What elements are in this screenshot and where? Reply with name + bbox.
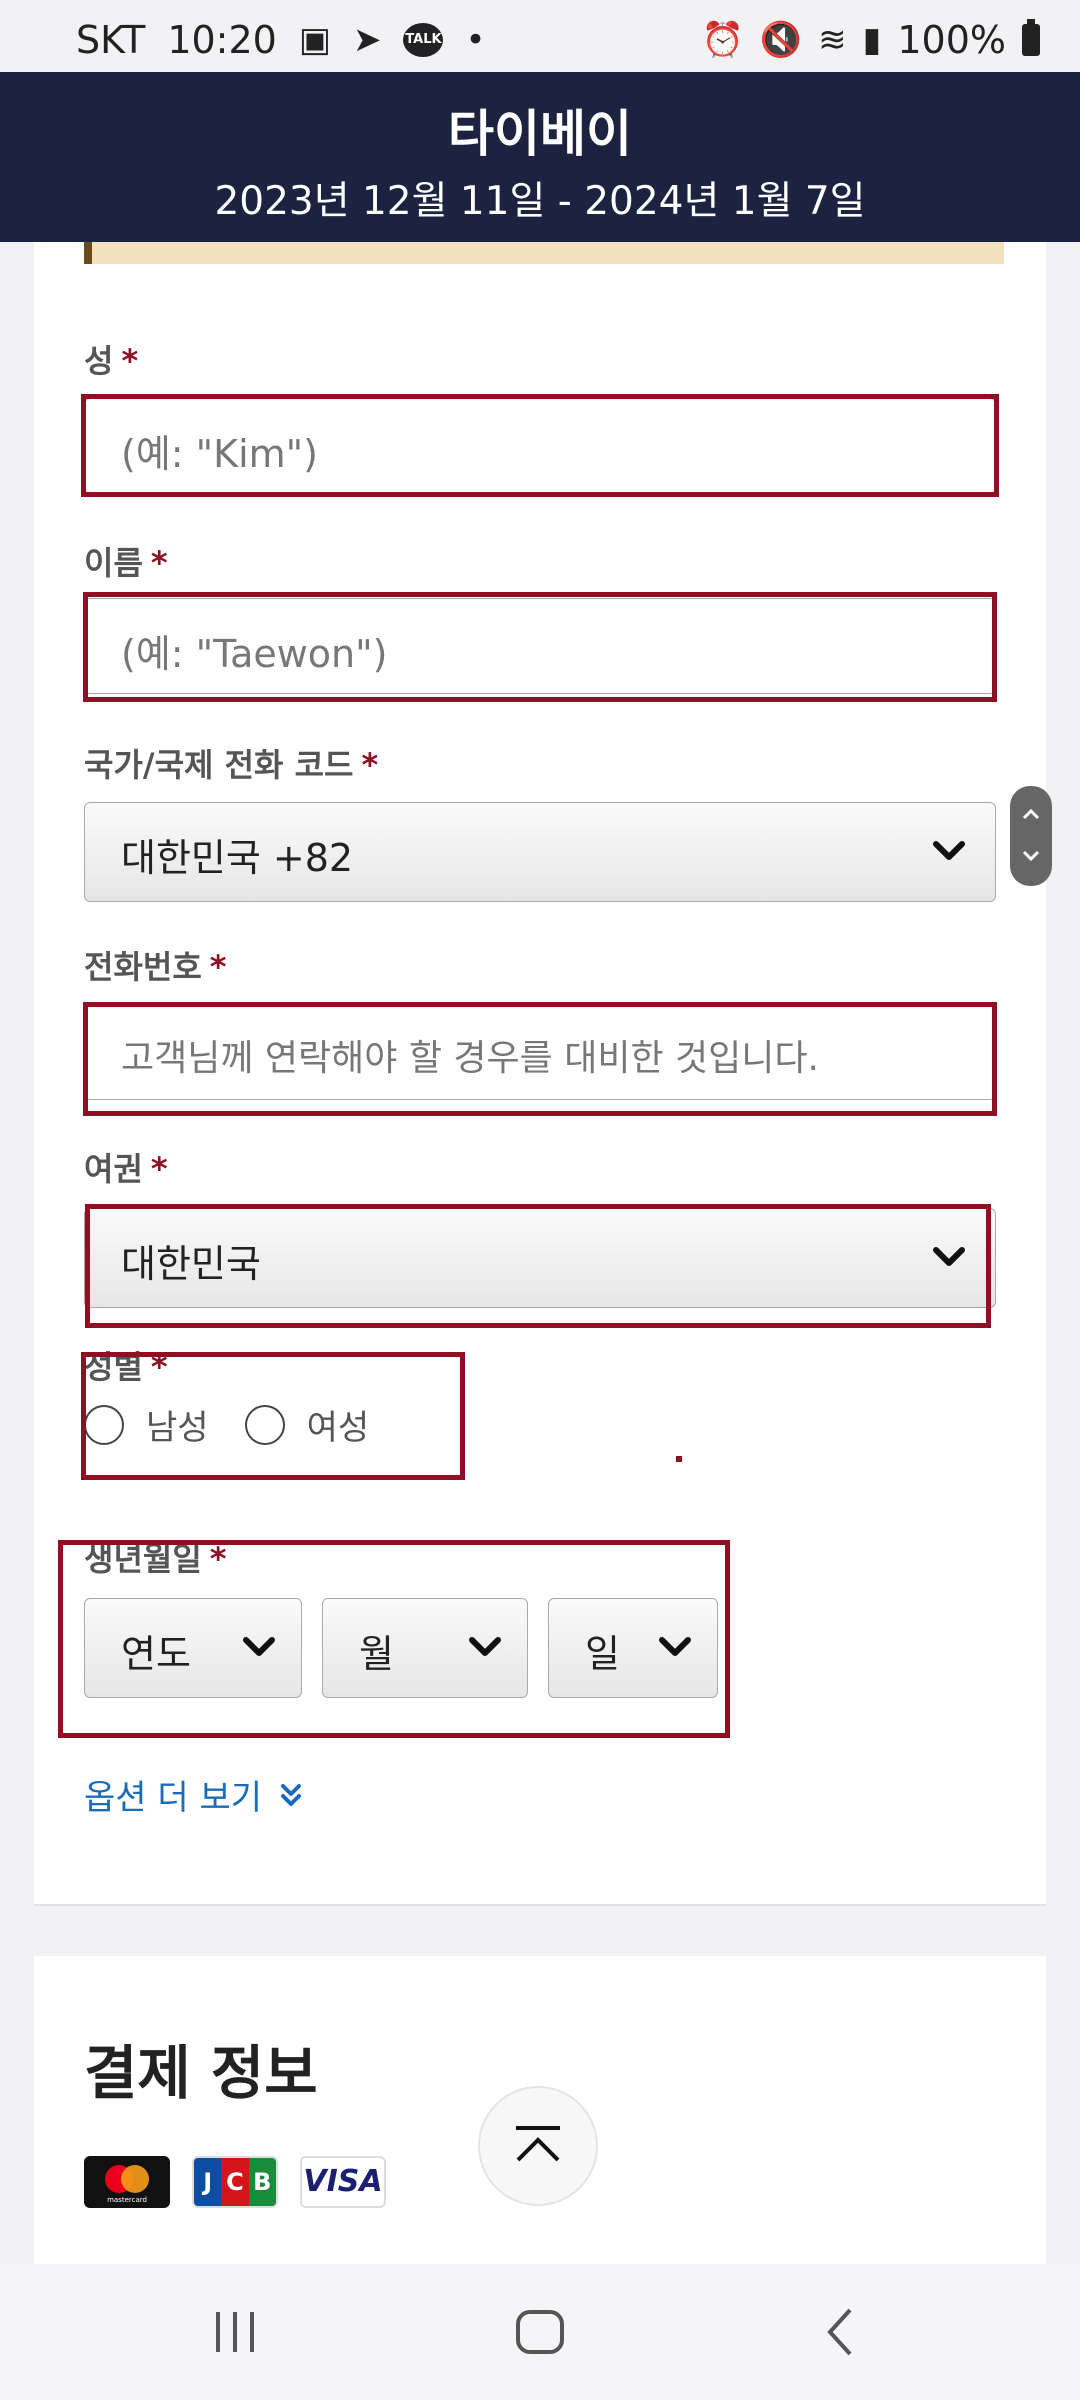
required-mark: * (150, 544, 168, 582)
jcb-letter-c: C (221, 2158, 249, 2206)
jcb-icon: J C B (192, 2156, 278, 2208)
required-mark: * (150, 1150, 168, 1188)
signal-icon: ▮ (862, 20, 882, 60)
scroll-to-top-button[interactable] (478, 2086, 598, 2206)
carrier-label: SKT (76, 18, 146, 62)
highlight-passport (85, 1204, 991, 1328)
dot-icon: • (465, 20, 486, 60)
home-icon[interactable] (512, 2304, 568, 2360)
mastercard-icon: mastercard (84, 2156, 170, 2208)
highlight-first-name (83, 592, 997, 702)
mute-icon: 🔇 (759, 20, 803, 60)
first-name-label-text: 이름 (84, 544, 143, 582)
required-mark: * (209, 948, 227, 986)
chevron-up-icon (516, 2126, 560, 2162)
guest-info-card: 성 * (예: "Kim") 이름 * (예: "Taewon") 국가/국제 전화… (34, 242, 1046, 1906)
country-code-select[interactable]: 대한민국 +82 (84, 802, 996, 902)
passport-label-text: 여권 (84, 1150, 143, 1188)
more-options-link[interactable]: 옵션 더 보기 (84, 1770, 302, 1819)
last-name-label: 성 * (84, 336, 138, 382)
battery-icon (1022, 19, 1040, 56)
wifi-icon: ≋ (818, 20, 847, 60)
gallery-icon: ▣ (298, 20, 331, 60)
highlight-phone (83, 1002, 997, 1116)
kakaotalk-icon: TALK (403, 23, 444, 57)
alarm-icon: ⏰ (701, 20, 744, 60)
passport-label: 여권 * (84, 1144, 168, 1190)
card-brands: mastercard J C B VISA (84, 2156, 386, 2208)
phone-label-text: 전화번호 (84, 948, 202, 986)
trip-dates: 2023년 12월 11일 - 2024년 1월 7일 (214, 179, 866, 224)
more-options-label: 옵션 더 보기 (84, 1778, 263, 1818)
country-code-value: 대한민국 +82 (121, 836, 354, 880)
mastercard-wordmark: mastercard (107, 2196, 147, 2204)
double-chevron-down-icon (281, 1783, 302, 1806)
destination-title: 타이베이 (448, 105, 632, 163)
highlight-gender (81, 1352, 465, 1480)
country-code-label: 국가/국제 전화 코드 * (84, 740, 378, 786)
phone-label: 전화번호 * (84, 942, 227, 988)
clock: 10:20 (167, 18, 277, 62)
highlight-last-name (81, 394, 999, 497)
first-name-label: 이름 * (84, 538, 168, 584)
status-bar: SKT 10:20 ▣ ➤ TALK • ⏰ 🔇 ≋ ▮ 100% (0, 0, 1080, 72)
visa-icon: VISA (300, 2156, 386, 2208)
trip-header: 타이베이 2023년 12월 11일 - 2024년 1월 7일 (0, 72, 1080, 242)
battery-percent: 100% (897, 18, 1006, 62)
system-nav-bar (0, 2264, 1080, 2400)
required-mark: * (121, 342, 139, 380)
telegram-icon: ➤ (352, 20, 382, 60)
chevron-up-icon (1022, 808, 1040, 820)
jcb-letter-b: B (248, 2158, 276, 2206)
highlight-dob (58, 1540, 730, 1738)
marker-dot (676, 1456, 682, 1462)
chevron-down-icon (933, 841, 965, 860)
jcb-letter-j: J (194, 2158, 222, 2206)
last-name-label-text: 성 (84, 342, 114, 380)
required-mark: * (361, 746, 379, 784)
back-icon[interactable] (820, 2304, 860, 2360)
notice-banner (84, 242, 1004, 264)
country-code-label-text: 국가/국제 전화 코드 (84, 746, 354, 784)
recent-apps-icon[interactable] (210, 2304, 260, 2360)
chevron-down-icon (1022, 850, 1040, 862)
scroll-handle[interactable] (1010, 786, 1052, 886)
payment-title: 결제 정보 (84, 2039, 318, 2107)
